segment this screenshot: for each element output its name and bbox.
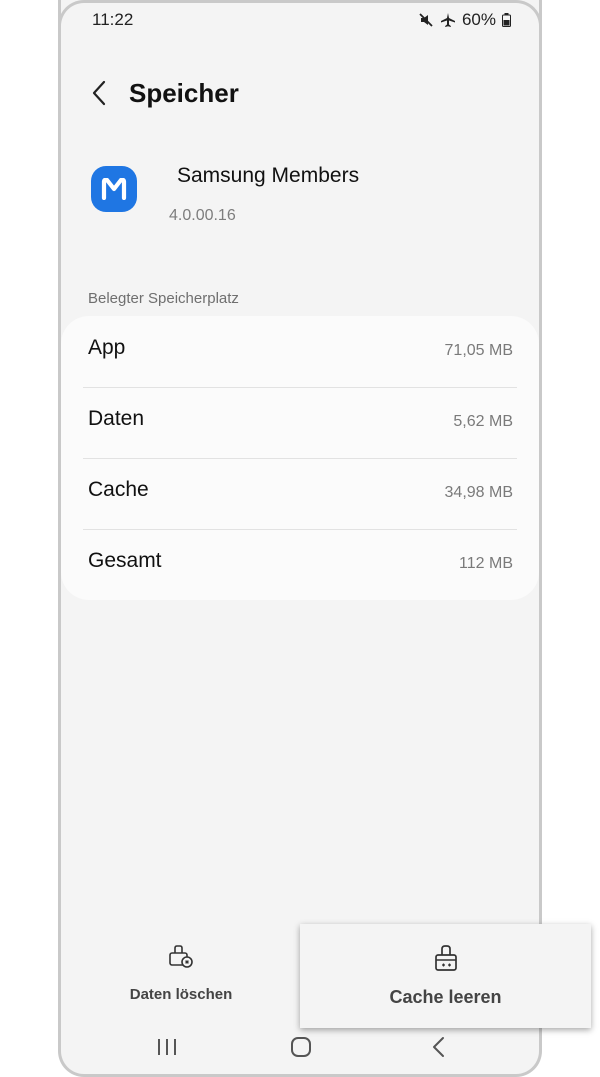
home-icon[interactable] bbox=[290, 1036, 312, 1063]
back-button[interactable] bbox=[85, 78, 113, 112]
storage-row-app: App 71,05 MB bbox=[61, 316, 539, 387]
status-icons: 60% bbox=[418, 10, 511, 30]
storage-card: App 71,05 MB Daten 5,62 MB Cache 34,98 M… bbox=[61, 316, 539, 600]
row-value: 5,62 MB bbox=[453, 413, 513, 430]
row-label: Daten bbox=[88, 407, 145, 430]
storage-row-total: Gesamt 112 MB bbox=[61, 529, 539, 600]
app-bar: Speicher bbox=[61, 70, 539, 120]
mute-icon bbox=[418, 12, 434, 28]
chevron-left-icon bbox=[91, 80, 107, 111]
phone-screen: 11:22 60% Speicher Samsung Members 4.0.0… bbox=[58, 0, 542, 1077]
back-icon[interactable] bbox=[431, 1036, 447, 1063]
clear-cache-button[interactable]: Cache leeren bbox=[300, 924, 591, 1028]
row-value: 71,05 MB bbox=[444, 342, 513, 359]
recent-apps-icon[interactable] bbox=[156, 1036, 178, 1063]
samsung-members-app-icon bbox=[91, 166, 137, 212]
page-title: Speicher bbox=[129, 78, 239, 108]
row-label: Gesamt bbox=[88, 549, 162, 572]
row-label: App bbox=[88, 336, 126, 359]
row-value: 34,98 MB bbox=[444, 484, 513, 501]
airplane-mode-icon bbox=[440, 12, 456, 28]
clear-data-icon bbox=[168, 943, 194, 974]
storage-section-label: Belegter Speicherplatz bbox=[88, 290, 239, 307]
storage-row-cache: Cache 34,98 MB bbox=[61, 458, 539, 529]
row-value: 112 MB bbox=[459, 555, 513, 572]
clear-cache-label: Cache leeren bbox=[389, 987, 502, 1007]
status-bar: 11:22 60% bbox=[61, 8, 539, 32]
storage-row-data: Daten 5,62 MB bbox=[61, 387, 539, 458]
row-label: Cache bbox=[88, 478, 149, 501]
status-time: 11:22 bbox=[92, 10, 134, 29]
app-name: Samsung Members bbox=[177, 164, 360, 187]
battery-percent: 60% bbox=[461, 10, 496, 29]
app-version: 4.0.00.16 bbox=[169, 207, 236, 224]
app-info: Samsung Members 4.0.00.16 bbox=[61, 160, 539, 240]
clear-data-button[interactable]: Daten löschen bbox=[101, 944, 261, 1008]
navigation-bar bbox=[61, 1030, 539, 1070]
battery-charging-icon bbox=[502, 13, 511, 27]
clear-cache-icon bbox=[433, 944, 459, 977]
clear-data-label: Daten löschen bbox=[129, 986, 233, 1003]
